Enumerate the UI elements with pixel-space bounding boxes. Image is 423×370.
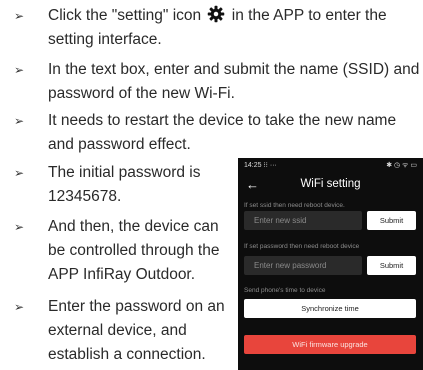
instruction-3-line-2: and password effect. [48,136,191,153]
instruction-1-line-2: setting interface. [48,31,162,48]
instruction-4-line-2: 12345678. [48,188,122,205]
instruction-6-line-2: external device, and [48,322,187,339]
ssid-submit-button[interactable]: Submit [367,211,416,230]
instruction-2-line-1: In the text box, enter and submit the na… [48,61,420,78]
arrow-bullet-icon: ➢ [14,9,25,23]
app-header: ← WiFi setting [238,172,423,198]
instruction-6-line-1: Enter the password on an [48,298,225,315]
password-hint-label: If set password then need reboot device [244,243,360,250]
instruction-3-line-1: It needs to restart the device to take t… [48,112,397,129]
status-icons: ✱ ◷ ᯤ ▭ [386,162,417,169]
instruction-1-line-1a: Click the "setting" icon [48,7,202,24]
instruction-1-line-1b: in the APP to enter the [231,7,387,24]
arrow-bullet-icon: ➢ [14,220,25,234]
instruction-5-line-3: APP InfiRay Outdoor. [48,266,196,283]
status-time: 14:25 ⁝⁝ ··· [244,162,277,169]
instruction-2-line-2: password of the new Wi-Fi. [48,85,235,102]
wifi-firmware-upgrade-button[interactable]: WiFi firmware upgrade [244,335,416,354]
arrow-bullet-icon: ➢ [14,63,25,77]
instruction-5-line-1: And then, the device can [48,218,219,235]
synchronize-time-button[interactable]: Synchronize time [244,299,416,318]
time-hint-label: Send phone's time to device [244,287,326,294]
gear-icon [208,5,225,23]
arrow-bullet-icon: ➢ [14,300,25,314]
arrow-bullet-icon: ➢ [14,166,25,180]
arrow-bullet-icon: ➢ [14,114,25,128]
page-title: WiFi setting [300,178,361,190]
phone-screenshot: 14:25 ⁝⁝ ··· ✱ ◷ ᯤ ▭ ← WiFi setting If s… [238,158,423,370]
password-input[interactable]: Enter new password [244,256,362,275]
password-submit-button[interactable]: Submit [367,256,416,275]
instruction-6-line-3: establish a connection. [48,346,206,363]
instruction-4-line-1: The initial password is [48,164,201,181]
ssid-hint-label: If set ssid then need reboot device. [244,202,345,209]
instruction-5-line-2: be controlled through the [48,242,220,259]
ssid-input[interactable]: Enter new ssid [244,211,362,230]
status-bar: 14:25 ⁝⁝ ··· ✱ ◷ ᯤ ▭ [238,158,423,172]
